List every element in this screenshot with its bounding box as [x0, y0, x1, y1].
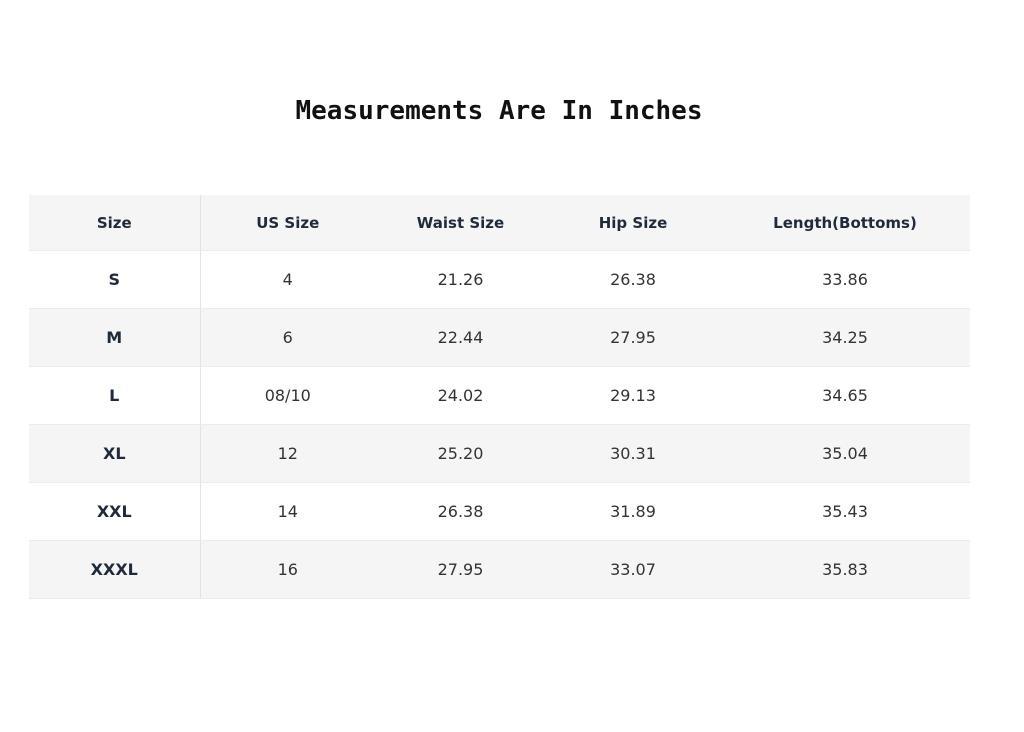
header-hip-size: Hip Size: [546, 195, 720, 251]
size-cell: XL: [29, 424, 201, 483]
length-cell: 34.65: [720, 366, 970, 425]
header-us-size: US Size: [200, 195, 375, 251]
table-row: XXL 14 26.38 31.89 35.43: [29, 482, 970, 541]
length-cell: 35.83: [720, 540, 970, 599]
length-cell: 35.04: [720, 424, 970, 483]
us-size-cell: 12: [200, 424, 375, 483]
waist-size-cell: 27.95: [375, 540, 546, 599]
table-row: XL 12 25.20 30.31 35.04: [29, 424, 970, 483]
length-cell: 33.86: [720, 250, 970, 309]
table-header-row: Size US Size Waist Size Hip Size Length(…: [29, 195, 970, 251]
header-waist-size: Waist Size: [375, 195, 546, 251]
waist-size-cell: 21.26: [375, 250, 546, 309]
hip-size-cell: 29.13: [546, 366, 720, 425]
us-size-cell: 4: [200, 250, 375, 309]
waist-size-cell: 22.44: [375, 308, 546, 367]
table-row: M 6 22.44 27.95 34.25: [29, 308, 970, 367]
hip-size-cell: 27.95: [546, 308, 720, 367]
table-row: L 08/10 24.02 29.13 34.65: [29, 366, 970, 425]
page-title: Measurements Are In Inches: [295, 96, 703, 126]
size-chart-table: Size US Size Waist Size Hip Size Length(…: [29, 195, 970, 599]
header-length-bottoms: Length(Bottoms): [720, 195, 970, 251]
length-cell: 34.25: [720, 308, 970, 367]
hip-size-cell: 30.31: [546, 424, 720, 483]
us-size-cell: 14: [200, 482, 375, 541]
waist-size-cell: 24.02: [375, 366, 546, 425]
table-row: S 4 21.26 26.38 33.86: [29, 250, 970, 309]
us-size-cell: 6: [200, 308, 375, 367]
size-cell: S: [29, 250, 201, 309]
hip-size-cell: 31.89: [546, 482, 720, 541]
header-size: Size: [29, 195, 201, 251]
us-size-cell: 16: [200, 540, 375, 599]
waist-size-cell: 26.38: [375, 482, 546, 541]
size-cell: L: [29, 366, 201, 425]
size-cell: XXL: [29, 482, 201, 541]
size-cell: M: [29, 308, 201, 367]
length-cell: 35.43: [720, 482, 970, 541]
us-size-cell: 08/10: [200, 366, 375, 425]
hip-size-cell: 33.07: [546, 540, 720, 599]
size-cell: XXXL: [29, 540, 201, 599]
table-row: XXXL 16 27.95 33.07 35.83: [29, 540, 970, 599]
hip-size-cell: 26.38: [546, 250, 720, 309]
waist-size-cell: 25.20: [375, 424, 546, 483]
